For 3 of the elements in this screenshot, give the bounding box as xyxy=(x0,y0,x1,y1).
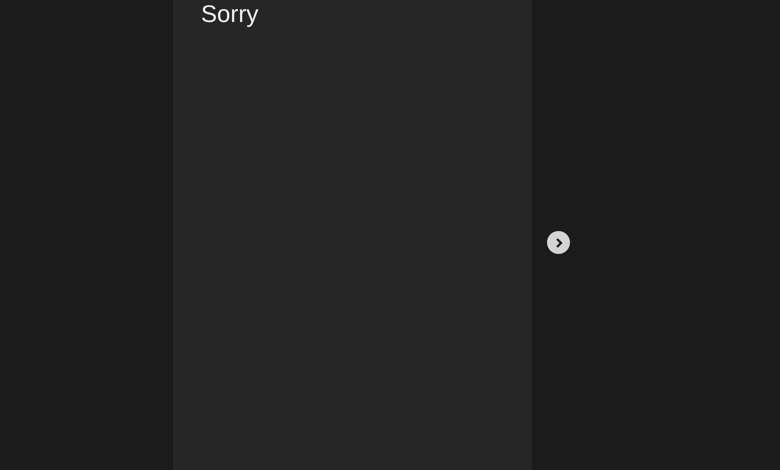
chevron-right-icon xyxy=(554,236,564,248)
next-button[interactable] xyxy=(547,231,570,254)
card-title: Sorry xyxy=(201,1,260,29)
